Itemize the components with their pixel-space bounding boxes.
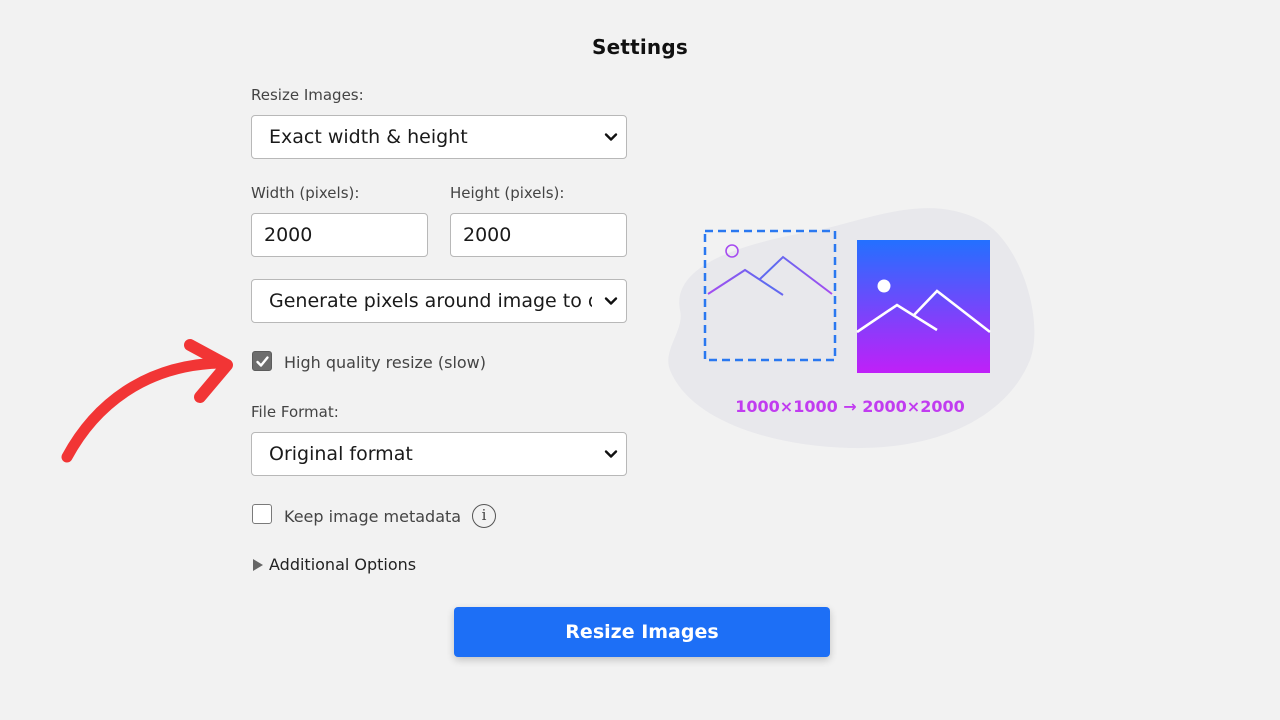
keep-metadata-checkbox[interactable] (252, 504, 272, 524)
keep-metadata-label[interactable]: Keep image metadata (284, 507, 461, 526)
chevron-down-icon (604, 450, 618, 458)
fit-mode-value: Generate pixels around image to ot (269, 290, 592, 312)
resize-caption: 1000×1000 → 2000×2000 (735, 397, 965, 416)
height-label: Height (pixels): (450, 184, 565, 202)
resize-mode-select[interactable]: Exact width & height (251, 115, 627, 159)
width-input[interactable]: 2000 (251, 213, 428, 257)
width-value: 2000 (264, 224, 313, 246)
chevron-down-icon (604, 133, 618, 141)
additional-options-toggle[interactable]: Additional Options (253, 555, 416, 574)
high-quality-checkbox[interactable] (252, 351, 272, 371)
checkmark-icon (256, 356, 269, 367)
info-icon[interactable]: i (472, 504, 496, 528)
width-label: Width (pixels): (251, 184, 360, 202)
resized-sun-icon (877, 279, 891, 293)
page-title: Settings (591, 35, 688, 59)
resize-illustration (668, 208, 1035, 449)
annotation-arrow-icon (61, 339, 233, 463)
settings-page: Settings Resize Images: Exact width & he… (0, 0, 1280, 720)
file-format-value: Original format (269, 443, 413, 465)
chevron-down-icon (604, 297, 618, 305)
height-input[interactable]: 2000 (450, 213, 627, 257)
additional-options-label: Additional Options (269, 555, 417, 574)
file-format-label: File Format: (251, 403, 339, 421)
resize-mode-label: Resize Images: (251, 86, 364, 104)
file-format-select[interactable]: Original format (251, 432, 627, 476)
high-quality-label[interactable]: High quality resize (slow) (284, 353, 486, 372)
height-value: 2000 (463, 224, 512, 246)
fit-mode-select[interactable]: Generate pixels around image to ot (251, 279, 627, 323)
resize-images-button[interactable]: Resize Images (454, 607, 830, 657)
resize-mode-value: Exact width & height (269, 126, 468, 148)
disclosure-triangle-icon (253, 558, 263, 571)
